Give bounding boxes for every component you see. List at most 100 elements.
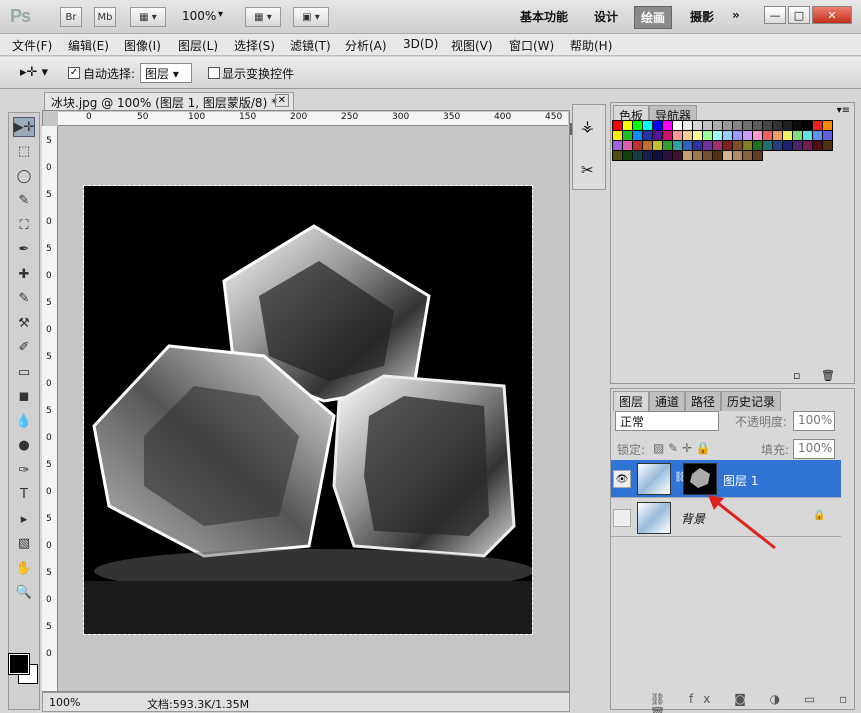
ruler-top-label: 400 [494,112,512,122]
zoom-level[interactable]: 100% [182,9,216,23]
minimize-button[interactable]: — [764,6,786,24]
menu-analysis[interactable]: 分析(A) [345,37,387,54]
tool-12-icon[interactable]: 💧 [13,411,35,431]
menu-help[interactable]: 帮助(H) [570,37,612,54]
auto-select-checkbox[interactable]: ✓ [68,65,80,79]
workspace-painting[interactable]: 绘画 [634,6,673,29]
tool-10-icon[interactable]: ▭ [13,362,35,382]
mini-bridge-button[interactable]: Mb [94,7,116,27]
menu-3d[interactable]: 3D(D) [403,37,438,51]
ruler-left-label: 0 [46,163,52,173]
tool-16-icon[interactable]: ▸ [13,509,35,529]
menu-filter[interactable]: 滤镜(T) [290,37,331,54]
ruler-left-label: 5 [46,622,52,632]
tool-1-icon[interactable]: ⬚ [13,142,35,162]
document-tab[interactable]: 冰块.jpg @ 100% (图层 1, 图层蒙版/8) * ✕ [44,92,294,110]
ruler-left-label: 5 [46,568,52,578]
tool-2-icon[interactable]: ◯ [13,166,35,186]
bridge-button[interactable]: Br [60,7,82,27]
layers-bottom-toolbar[interactable]: ⛓ fx ◙ ◑ ▭ ▫ 🗑 [650,692,861,713]
tab-paths[interactable]: 路径 [685,391,722,411]
swatch-65[interactable] [822,140,833,151]
ruler-left: 5 0 5 0 5 0 5 0 5 0 5 0 5 0 5 0 5 0 5 0 [42,126,58,691]
foreground-color-swatch[interactable] [8,653,30,675]
menu-file[interactable]: 文件(F) [12,37,52,54]
canvas-image[interactable] [83,185,533,635]
tool-7-icon[interactable]: ✎ [13,289,35,309]
close-button[interactable]: ✕ [812,6,852,24]
title-bar: Ps Br Mb ▦ ▾ 100% ▾ ▦ ▾ ▣ ▾ 基本功能 设计 绘画 摄… [0,0,861,34]
ruler-top: 0 50 100 150 200 250 300 350 400 450 [58,112,568,126]
show-transform-label: 显示变换控件 [222,67,295,81]
tool-4-icon[interactable]: ⛶ [13,215,35,235]
tool-9-icon[interactable]: ✐ [13,338,35,358]
swatch-80[interactable] [752,150,763,161]
ruler-left-label: 5 [46,190,52,200]
menu-view[interactable]: 视图(V) [451,37,493,54]
screen-mode-button[interactable]: ▣ ▾ [293,7,329,27]
ruler-left-label: 5 [46,136,52,146]
swatches-grid [612,120,840,161]
tool-0-icon[interactable]: ▶✛ [13,117,35,137]
ruler-left-label: 0 [46,649,52,659]
restore-button[interactable]: □ [788,6,810,24]
menu-image[interactable]: 图像(I) [124,37,161,54]
ruler-top-label: 150 [239,112,257,122]
status-zoom[interactable]: 100% [49,696,80,709]
menu-edit[interactable]: 编辑(E) [68,37,109,54]
collapsed-panels-strip: ⚶ ✂ [572,104,606,190]
ruler-top-label: 50 [137,112,149,122]
menu-bar: 文件(F) 编辑(E) 图像(I) 图层(L) 选择(S) 滤镜(T) 分析(A… [0,34,861,56]
tab-layers[interactable]: 图层 [613,391,650,411]
new-swatch-icon[interactable]: ▫ [793,369,800,382]
tab-channels[interactable]: 通道 [649,391,686,411]
tool-19-icon[interactable]: 🔍 [13,583,35,603]
blend-mode-select[interactable]: 正常 [615,411,719,431]
clone-source-icon[interactable]: ✂ [581,161,594,179]
menu-window[interactable]: 窗口(W) [509,37,554,54]
zoom-dropdown-icon[interactable]: ▾ [218,9,223,20]
tab-history[interactable]: 历史记录 [721,391,782,411]
ruler-left-label: 0 [46,271,52,281]
ps-logo: Ps [10,6,31,26]
close-document-icon[interactable]: ✕ [274,94,289,107]
arrange-docs-button[interactable]: ▦ ▾ [245,7,281,27]
document-title: 冰块.jpg @ 100% (图层 1, 图层蒙版/8) * [51,96,278,110]
fill-input[interactable]: 100% [793,439,835,459]
auto-select-label: 自动选择: [83,67,136,81]
toolbox: ▶✛ ⬚ ◯ ✎ ⛶ ✒ ✚ ✎ ⚒ ✐ ▭ ◼ 💧 ● ✑ T ▸ ▧ ✋ 🔍 [8,112,40,710]
tool-8-icon[interactable]: ⚒ [13,313,35,333]
tool-18-icon[interactable]: ✋ [13,558,35,578]
visibility-eye-icon[interactable] [613,509,631,527]
tool-11-icon[interactable]: ◼ [13,387,35,407]
ruler-left-label: 0 [46,595,52,605]
lock-icons[interactable]: ▨ ✎ ✛ 🔒 [653,441,711,455]
tool-15-icon[interactable]: T [13,485,35,505]
workspace-more[interactable]: » [732,8,740,22]
layer-name[interactable]: 图层 1 [723,472,758,489]
tool-17-icon[interactable]: ▧ [13,534,35,554]
layer-thumbnail [637,463,671,495]
status-bar: 100% 文档:593.3K/1.35M [42,692,570,712]
workspace-essentials[interactable]: 基本功能 [520,8,568,25]
tool-14-icon[interactable]: ✑ [13,460,35,480]
visibility-eye-icon[interactable]: 👁 [613,470,631,488]
delete-swatch-icon[interactable]: 🗑 [821,369,835,382]
workspace-design[interactable]: 设计 [594,8,618,25]
tool-3-icon[interactable]: ✎ [13,191,35,211]
opacity-input[interactable]: 100% [793,411,835,431]
ruler-left-label: 0 [46,379,52,389]
show-transform-checkbox[interactable] [208,65,220,79]
view-extras-button[interactable]: ▦ ▾ [130,7,166,27]
move-tool-preset-icon[interactable]: ▸✛ ▾ [20,65,48,80]
auto-select-value: 图层 [145,67,170,81]
brush-preset-icon[interactable]: ⚶ [581,117,594,135]
menu-select[interactable]: 选择(S) [234,37,275,54]
tool-6-icon[interactable]: ✚ [13,264,35,284]
tool-13-icon[interactable]: ● [13,436,35,456]
tool-5-icon[interactable]: ✒ [13,240,35,260]
workspace-photography[interactable]: 摄影 [690,8,714,25]
auto-select-dropdown[interactable]: 图层 ▾ [140,63,192,83]
menu-layer[interactable]: 图层(L) [178,37,218,54]
panel-menu-icon[interactable]: ▾≡ [837,105,850,116]
